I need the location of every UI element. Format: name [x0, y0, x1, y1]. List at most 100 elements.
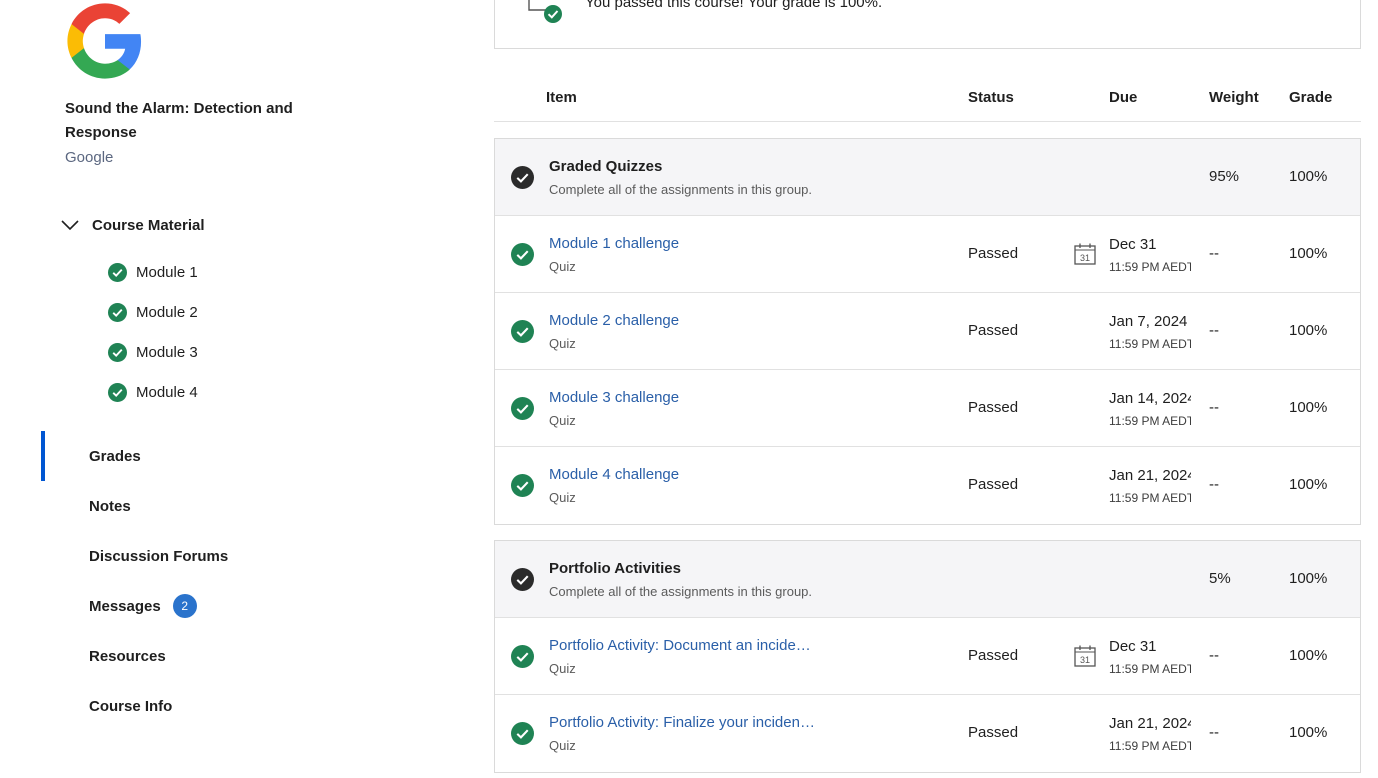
table-row: Module 1 challenge Quiz Passed 31 Dec 31… — [495, 216, 1360, 293]
module-label: Module 3 — [136, 343, 198, 361]
sidebar-item-messages[interactable]: Messages 2 — [89, 581, 197, 631]
assignment-weight: -- — [1209, 322, 1219, 339]
active-indicator — [41, 431, 45, 481]
assignment-link[interactable]: Portfolio Activity: Finalize your incide… — [549, 714, 815, 731]
course-material-label: Course Material — [92, 216, 205, 234]
group-subtitle: Complete all of the assignments in this … — [549, 584, 813, 599]
assignment-link[interactable]: Portfolio Activity: Document an incide… — [549, 637, 811, 654]
due-date-time: 11:59 PM AEDT — [1109, 662, 1191, 676]
assignment-weight: -- — [1209, 647, 1219, 664]
check-circle-dark-icon — [511, 568, 534, 591]
column-header-grade: Grade — [1289, 89, 1333, 106]
assignment-weight: -- — [1209, 399, 1219, 416]
assignment-link[interactable]: Module 3 challenge — [549, 389, 679, 406]
sidebar-item-resources[interactable]: Resources — [89, 631, 166, 681]
group-weight: 5% — [1209, 570, 1231, 587]
sidebar-item-notes[interactable]: Notes — [89, 481, 131, 531]
table-row: Module 4 challenge Quiz Passed Jan 21, 2… — [495, 447, 1360, 524]
check-circle-dark-icon — [511, 166, 534, 189]
sidebar-item-course-info[interactable]: Course Info — [89, 681, 172, 731]
assignment-group-graded-quizzes: Graded Quizzes Complete all of the assig… — [494, 138, 1361, 525]
sidebar: Sound the Alarm: Detection and Response … — [0, 0, 480, 778]
due-date-time: 11:59 PM AEDT — [1109, 414, 1191, 428]
course-title: Sound the Alarm: Detection and Response — [65, 100, 293, 141]
module-label: Module 1 — [136, 263, 198, 281]
assignment-grade: 100% — [1289, 724, 1328, 741]
table-row: Portfolio Activity: Finalize your incide… — [495, 695, 1360, 772]
course-passed-banner: You passed this course! Your grade is 10… — [494, 0, 1361, 49]
course-material-toggle[interactable]: Course Material — [60, 212, 205, 238]
assignment-grade: 100% — [1289, 245, 1328, 262]
svg-text:31: 31 — [1080, 253, 1090, 263]
check-circle-icon — [108, 342, 127, 362]
module-label: Module 2 — [136, 303, 198, 321]
module-label: Module 4 — [136, 383, 198, 401]
grades-page: Sound the Alarm: Detection and Response … — [0, 0, 1378, 778]
group-header: Graded Quizzes Complete all of the assig… — [495, 139, 1360, 216]
nav-label: Notes — [89, 497, 131, 515]
sidebar-item-module-1[interactable]: Module 1 — [108, 252, 198, 292]
assignment-link[interactable]: Module 1 challenge — [549, 235, 679, 252]
table-row: Portfolio Activity: Document an incide… … — [495, 618, 1360, 695]
sidebar-item-module-2[interactable]: Module 2 — [108, 292, 198, 332]
check-circle-icon — [511, 474, 534, 497]
check-circle-icon — [511, 645, 534, 668]
sidebar-item-module-3[interactable]: Module 3 — [108, 332, 198, 372]
column-header-status: Status — [968, 89, 1014, 106]
assignment-status: Passed — [968, 647, 1019, 664]
check-circle-icon — [511, 722, 534, 745]
sidebar-item-module-4[interactable]: Module 4 — [108, 372, 198, 412]
grades-table-header: Item Status Due Weight Grade — [494, 75, 1361, 122]
group-weight: 95% — [1209, 168, 1240, 185]
calendar-icon[interactable]: 31 — [1073, 644, 1097, 668]
group-title: Portfolio Activities — [549, 560, 681, 577]
table-row: Module 2 challenge Quiz Passed Jan 7, 20… — [495, 293, 1360, 370]
sidebar-item-discussion-forums[interactable]: Discussion Forums — [89, 531, 228, 581]
svg-text:31: 31 — [1080, 655, 1090, 665]
column-header-item: Item — [546, 89, 577, 106]
column-header-due: Due — [1109, 89, 1138, 106]
check-circle-icon — [108, 382, 127, 402]
assignment-link[interactable]: Module 2 challenge — [549, 312, 679, 329]
due-date-day: Jan 7, 2024 — [1109, 313, 1188, 330]
course-org: Google — [65, 149, 114, 166]
due-date-day: Dec 31 — [1109, 236, 1157, 253]
group-header: Portfolio Activities Complete all of the… — [495, 541, 1360, 618]
assignment-link[interactable]: Module 4 challenge — [549, 466, 679, 483]
assignment-weight: -- — [1209, 724, 1219, 741]
assignment-grade: 100% — [1289, 322, 1328, 339]
sidebar-item-grades[interactable]: Grades — [89, 431, 141, 481]
assignment-type: Quiz — [549, 413, 576, 428]
unread-badge: 2 — [172, 594, 197, 618]
table-row: Module 3 challenge Quiz Passed Jan 14, 2… — [495, 370, 1360, 447]
group-subtitle: Complete all of the assignments in this … — [549, 182, 813, 197]
check-circle-icon — [108, 302, 127, 322]
column-header-weight: Weight — [1209, 89, 1259, 106]
assignment-type: Quiz — [549, 259, 576, 274]
nav-label: Course Info — [89, 697, 173, 715]
due-date: Jan 21, 2024 11:59 PM AEDT — [1109, 467, 1191, 507]
due-date: Dec 31 11:59 PM AEDT — [1109, 236, 1191, 276]
due-date: Dec 31 11:59 PM AEDT — [1109, 638, 1191, 678]
group-title: Graded Quizzes — [549, 158, 663, 175]
due-date-time: 11:59 PM AEDT — [1109, 337, 1191, 351]
due-date-day: Dec 31 — [1109, 638, 1157, 655]
due-date-time: 11:59 PM AEDT — [1109, 739, 1191, 753]
due-date: Jan 21, 2024 11:59 PM AEDT — [1109, 715, 1191, 755]
assignment-grade: 100% — [1289, 647, 1328, 664]
due-date: Jan 7, 2024 11:59 PM AEDT — [1109, 313, 1191, 353]
due-date-time: 11:59 PM AEDT — [1109, 260, 1191, 274]
assignment-type: Quiz — [549, 738, 576, 753]
due-date-day: Jan 21, 2024 — [1109, 467, 1191, 484]
group-grade: 100% — [1289, 570, 1328, 587]
check-circle-icon — [511, 397, 534, 420]
assignment-type: Quiz — [549, 336, 576, 351]
nav-label: Grades — [89, 447, 141, 465]
due-date-day: Jan 21, 2024 — [1109, 715, 1191, 732]
due-date-time: 11:59 PM AEDT — [1109, 491, 1191, 505]
check-circle-icon — [108, 262, 127, 282]
calendar-icon[interactable]: 31 — [1073, 242, 1097, 266]
assignment-status: Passed — [968, 476, 1019, 493]
assignment-grade: 100% — [1289, 399, 1328, 416]
assignment-grade: 100% — [1289, 476, 1328, 493]
